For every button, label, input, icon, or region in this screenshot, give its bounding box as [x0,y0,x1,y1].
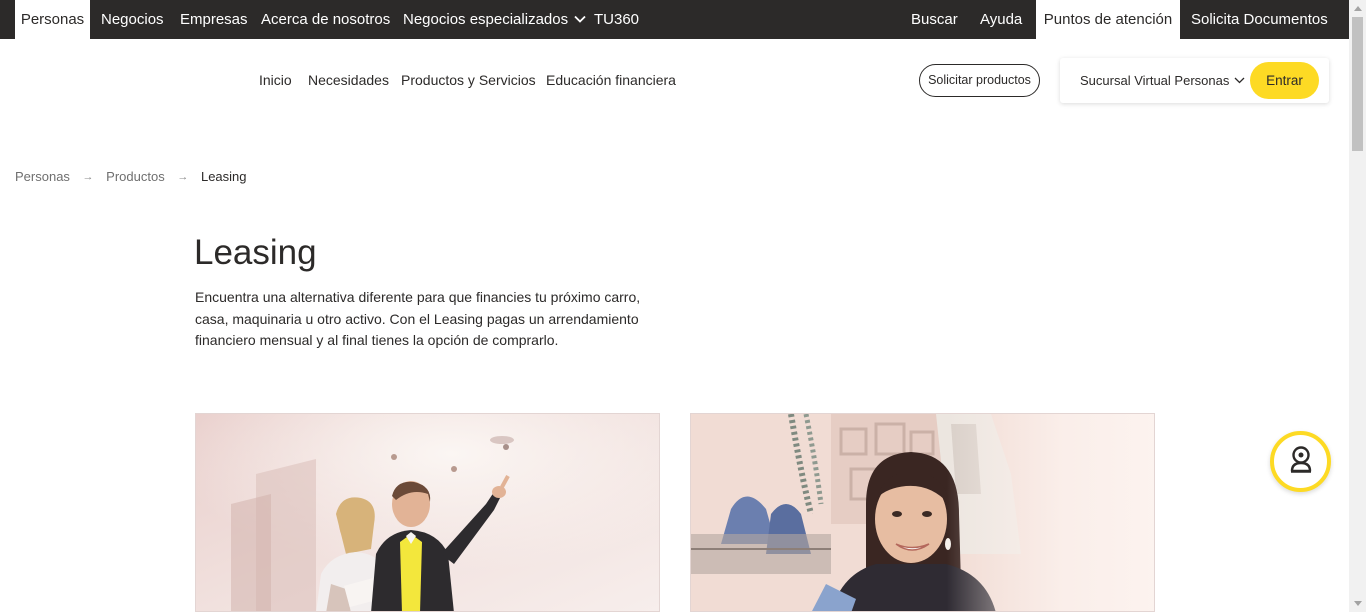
chevron-down-icon [574,0,586,38]
tab-personas[interactable]: Personas [15,0,90,39]
tab-puntos-de-atencion[interactable]: Puntos de atención [1036,0,1180,39]
nav-item-necesidades[interactable]: Necesidades [308,72,389,88]
arrow-right-icon: → [177,170,189,183]
scrollbar-thumb[interactable] [1352,17,1363,151]
breadcrumb-item-productos[interactable]: Productos [106,169,165,184]
login-card: Sucursal Virtual Personas Entrar [1060,58,1329,103]
arrow-right-icon: → [82,170,94,183]
tab-solicita-documentos[interactable]: Solicita Documentos [1191,0,1328,39]
top-navigation-bar: Personas Negocios Empresas Acerca de nos… [0,0,1349,39]
page-description: Encuentra una alternativa diferente para… [195,289,641,348]
vertical-scrollbar[interactable] [1349,0,1366,612]
sucursal-virtual-dropdown[interactable]: Sucursal Virtual Personas [1080,73,1245,88]
tab-negocios[interactable]: Negocios [101,0,164,39]
smiling-shop-owner-photo [691,414,1154,611]
tab-empresas[interactable]: Empresas [180,0,248,39]
couple-in-house-photo [196,414,659,611]
breadcrumb-item-personas[interactable]: Personas [15,169,70,184]
entrar-button[interactable]: Entrar [1250,62,1319,99]
chat-button[interactable] [1270,431,1331,492]
tab-acerca-de-nosotros[interactable]: Acerca de nosotros [261,0,390,39]
tab-tu360[interactable]: TU360 [594,0,639,39]
scroll-up-icon[interactable] [1349,0,1366,17]
nav-item-inicio[interactable]: Inicio [259,72,292,88]
card-leasing-empresarial[interactable] [690,413,1155,612]
tab-negocios-especializados[interactable]: Negocios especializados [403,0,586,39]
tab-negocios-especializados-label: Negocios especializados [403,11,569,28]
chevron-down-icon [1229,73,1245,88]
breadcrumb-item-leasing: Leasing [200,169,247,185]
card-leasing-habitacional[interactable] [195,413,660,612]
page-title: Leasing [194,233,317,272]
nav-item-educacion-financiera[interactable]: Educación financiera [546,72,676,88]
sucursal-virtual-label: Sucursal Virtual Personas [1080,73,1230,88]
scroll-down-icon[interactable] [1349,595,1366,612]
tab-buscar[interactable]: Buscar [911,0,958,39]
tab-ayuda[interactable]: Ayuda [980,0,1022,39]
nav-item-productos-y-servicios[interactable]: Productos y Servicios [401,72,536,88]
solicitar-productos-button[interactable]: Solicitar productos [919,64,1040,97]
breadcrumb: Personas → Productos → Leasing [15,168,247,184]
chat-agent-icon [1286,444,1316,479]
